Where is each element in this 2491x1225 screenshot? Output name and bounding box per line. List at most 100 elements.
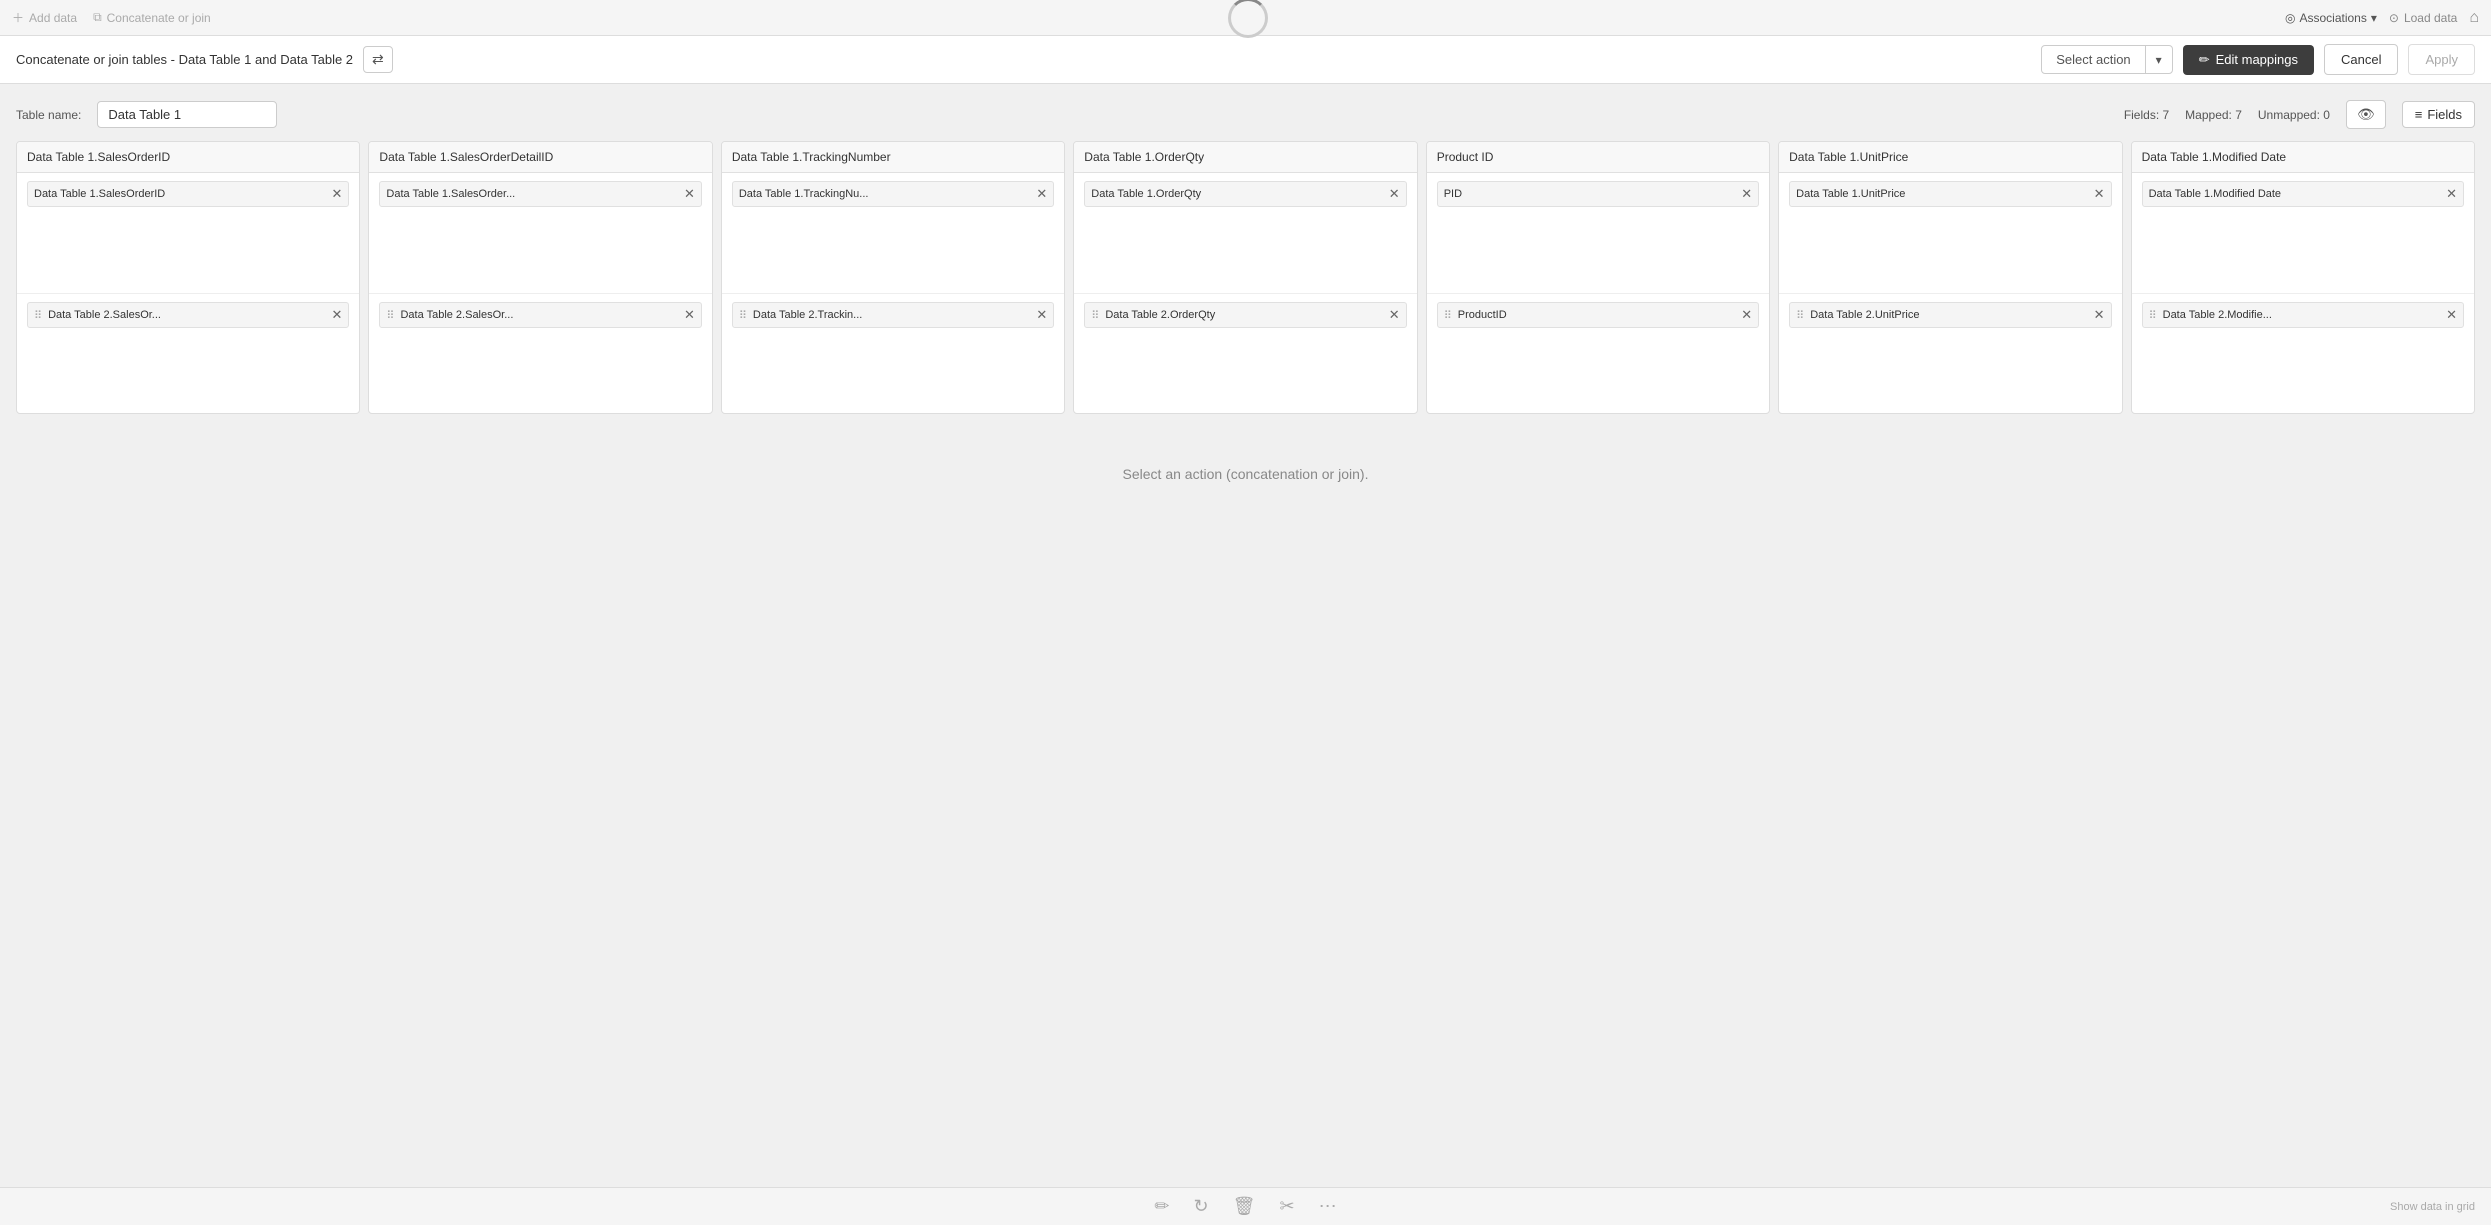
pencil-icon: ✏: [1154, 1196, 1169, 1216]
bottom-message: Select an action (concatenation or join)…: [1123, 466, 1369, 482]
table-name-input[interactable]: [97, 101, 277, 128]
column-body-5: Data Table 1.UnitPrice✕: [1779, 173, 2121, 293]
loading-spinner-area: [1228, 0, 1268, 38]
dots-icon: ⋯: [1319, 1196, 1337, 1216]
pencil-tool-button[interactable]: ✏: [1154, 1196, 1169, 1217]
source-mapping-row-1[interactable]: Data Table 1.SalesOrder...✕: [379, 181, 701, 207]
associations-label: Associations: [2299, 11, 2366, 25]
trash-tool-button[interactable]: 🗑: [1233, 1196, 1256, 1217]
refresh-icon: ↻: [1194, 1196, 1209, 1216]
column-body2-1: ⠿Data Table 2.SalesOr...✕: [369, 293, 711, 413]
swap-button[interactable]: ⇄: [363, 46, 393, 73]
column-body2-2: ⠿Data Table 2.Trackin...✕: [722, 293, 1064, 413]
top-nav-right: ◎ Associations ▾ ⊙ Load data ⌂: [2285, 9, 2479, 27]
swap-icon: ⇄: [372, 51, 384, 67]
dropdown-arrow-button[interactable]: ▾: [2146, 47, 2172, 73]
close-dest-3[interactable]: ✕: [1389, 307, 1400, 323]
column-body2-5: ⠿Data Table 2.UnitPrice✕: [1779, 293, 2121, 413]
close-dest-5[interactable]: ✕: [2094, 307, 2105, 323]
fields-button[interactable]: ≡ Fields: [2402, 101, 2475, 128]
column-body-6: Data Table 1.Modified Date✕: [2132, 173, 2474, 293]
source-mapping-row-4[interactable]: PID✕: [1437, 181, 1759, 207]
refresh-tool-button[interactable]: ↻: [1194, 1196, 1209, 1217]
column-header-0: Data Table 1.SalesOrderID: [17, 142, 359, 173]
concat-join-label: Concatenate or join: [107, 11, 211, 25]
mapping-text-0: Data Table 1.SalesOrderID: [34, 188, 328, 200]
chevron-down-icon: ▾: [2371, 11, 2377, 25]
column-card-1: Data Table 1.SalesOrderDetailID Data Tabl…: [368, 141, 712, 414]
mapping-text-6: Data Table 1.Modified Date: [2149, 188, 2443, 200]
dest-mapping-text-3: Data Table 2.OrderQty: [1105, 309, 1384, 321]
apply-button[interactable]: Apply: [2408, 44, 2475, 75]
close-source-6[interactable]: ✕: [2446, 186, 2457, 202]
trash-icon: 🗑: [1233, 1196, 1256, 1216]
load-data-label: Load data: [2404, 11, 2457, 25]
column-card-6: Data Table 1.Modified DateData Table 1.M…: [2131, 141, 2475, 414]
drag-handle-3: ⠿: [1091, 309, 1099, 322]
source-mapping-row-6[interactable]: Data Table 1.Modified Date✕: [2142, 181, 2464, 207]
cut-icon: ✂: [1279, 1196, 1294, 1216]
close-source-4[interactable]: ✕: [1741, 186, 1752, 202]
column-header-2: Data Table 1.TrackingNumber: [722, 142, 1064, 173]
column-body-1: Data Table 1.SalesOrder...✕: [369, 173, 711, 293]
dest-mapping-row-0[interactable]: ⠿Data Table 2.SalesOr...✕: [27, 302, 349, 328]
drag-handle-4: ⠿: [1444, 309, 1452, 322]
column-body-4: PID✕: [1427, 173, 1769, 293]
close-source-5[interactable]: ✕: [2094, 186, 2105, 202]
edit-mappings-label: Edit mappings: [2216, 52, 2298, 67]
select-action-dropdown[interactable]: Select action ▾: [2041, 45, 2172, 74]
close-dest-2[interactable]: ✕: [1036, 307, 1047, 323]
target-icon: ◎: [2285, 11, 2295, 25]
close-source-0[interactable]: ✕: [332, 186, 343, 202]
column-body2-6: ⠿Data Table 2.Modifie...✕: [2132, 293, 2474, 413]
home-icon: ⌂: [2469, 9, 2479, 26]
close-dest-0[interactable]: ✕: [332, 307, 343, 323]
eye-button[interactable]: 👁: [2346, 100, 2386, 129]
column-header-6: Data Table 1.Modified Date: [2132, 142, 2474, 173]
bottom-right-info: Show data in grid: [2390, 1201, 2475, 1213]
column-header-1: Data Table 1.SalesOrderDetailID: [369, 142, 711, 173]
fields-info: Fields: 7 Mapped: 7 Unmapped: 0 👁 ≡ Fiel…: [2124, 100, 2475, 129]
add-data-button[interactable]: ＋ Add data: [12, 9, 77, 26]
close-dest-4[interactable]: ✕: [1741, 307, 1752, 323]
drag-handle-2: ⠿: [739, 309, 747, 322]
home-button[interactable]: ⌂: [2469, 9, 2479, 27]
select-action-label: Select action: [2042, 46, 2145, 73]
concatenate-join-button[interactable]: ⧉ Concatenate or join: [93, 10, 211, 25]
drag-handle-6: ⠿: [2149, 309, 2157, 322]
close-source-3[interactable]: ✕: [1389, 186, 1400, 202]
cut-tool-button[interactable]: ✂: [1279, 1196, 1294, 1217]
eye-icon: 👁: [2357, 106, 2375, 122]
edit-mappings-button[interactable]: ✏ Edit mappings: [2183, 45, 2314, 75]
main-toolbar: Concatenate or join tables - Data Table …: [0, 36, 2491, 84]
dest-mapping-row-3[interactable]: ⠿ Data Table 2.OrderQty ✕: [1084, 302, 1406, 328]
concat-icon: ⧉: [93, 10, 102, 25]
close-source-2[interactable]: ✕: [1036, 186, 1047, 202]
associations-button[interactable]: ◎ Associations ▾: [2285, 11, 2377, 25]
source-mapping-row-0[interactable]: Data Table 1.SalesOrderID ✕: [27, 181, 349, 207]
fields-count: Fields: 7: [2124, 108, 2169, 122]
source-mapping-row-2[interactable]: Data Table 1.TrackingNu...✕: [732, 181, 1054, 207]
dest-mapping-row-6[interactable]: ⠿Data Table 2.Modifie...✕: [2142, 302, 2464, 328]
column-header-5: Data Table 1.UnitPrice: [1779, 142, 2121, 173]
dest-mapping-row-4[interactable]: ⠿ ProductID ✕: [1437, 302, 1759, 328]
add-data-label: Add data: [29, 11, 77, 25]
load-data-button[interactable]: ⊙ Load data: [2389, 11, 2457, 25]
column-card-3: Data Table 1.OrderQtyData Table 1.OrderQ…: [1073, 141, 1417, 414]
close-source-1[interactable]: ✕: [684, 186, 695, 202]
dest-mapping-row-5[interactable]: ⠿Data Table 2.UnitPrice✕: [1789, 302, 2111, 328]
dest-mapping-row-1[interactable]: ⠿Data Table 2.SalesOr...✕: [379, 302, 701, 328]
list-icon: ≡: [2415, 107, 2423, 122]
dest-mapping-text-5: Data Table 2.UnitPrice: [1810, 309, 2089, 321]
more-tool-button[interactable]: ⋯: [1319, 1196, 1337, 1217]
dest-mapping-row-2[interactable]: ⠿Data Table 2.Trackin...✕: [732, 302, 1054, 328]
fields-btn-label: Fields: [2427, 107, 2462, 122]
source-mapping-row-5[interactable]: Data Table 1.UnitPrice✕: [1789, 181, 2111, 207]
close-dest-6[interactable]: ✕: [2446, 307, 2457, 323]
mapped-count: Mapped: 7: [2185, 108, 2242, 122]
cancel-button[interactable]: Cancel: [2324, 44, 2398, 75]
source-mapping-row-3[interactable]: Data Table 1.OrderQty✕: [1084, 181, 1406, 207]
close-dest-1[interactable]: ✕: [684, 307, 695, 323]
load-icon: ⊙: [2389, 11, 2399, 25]
dest-mapping-text-4: ProductID: [1458, 309, 1737, 321]
